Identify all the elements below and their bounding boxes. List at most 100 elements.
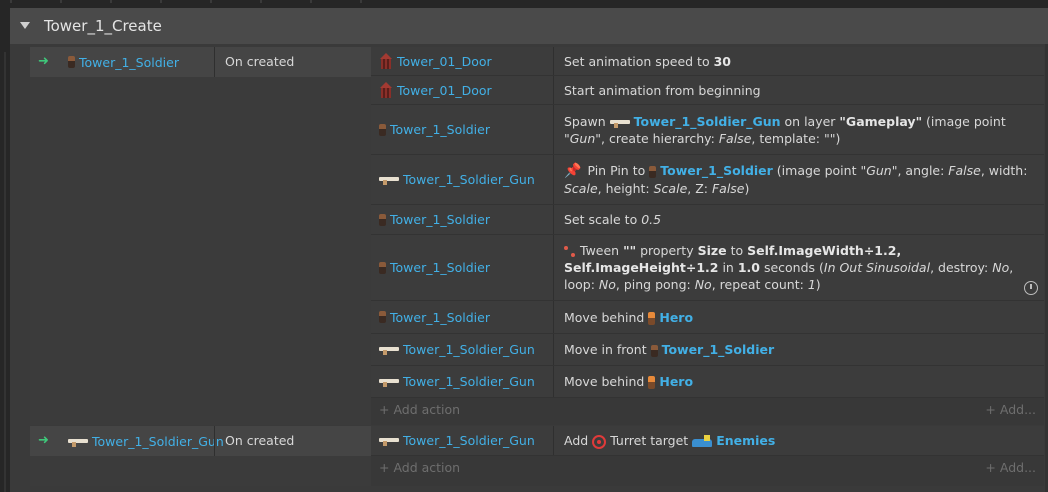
action-row[interactable]: Tower_1_Soldier_Gun Move behind Hero — [371, 366, 1044, 398]
action-text-part: , repeat count: — [711, 277, 808, 292]
soldier-icon — [649, 165, 657, 178]
action-row[interactable]: Tower_1_Soldier_Gun Move in front Tower_1… — [371, 334, 1044, 366]
reset-icon[interactable] — [1024, 281, 1038, 295]
action-text-part: , template: — [751, 130, 824, 146]
action-row[interactable]: Tower_1_Soldier Move behind Hero — [371, 301, 1044, 334]
action-row[interactable]: Tower_1_Soldier_Gun Add Turret target Ene… — [371, 426, 1044, 456]
object-reference[interactable]: Tower_1_Soldier_Gun — [634, 114, 781, 129]
action-text-part: , destroy: — [930, 260, 993, 275]
action-text-part: 0.5 — [641, 212, 662, 227]
condition-row[interactable]: ➜ Tower_1_Soldier_Gun On created — [30, 426, 371, 456]
object-reference[interactable]: Hero — [659, 310, 693, 325]
action-object[interactable]: Tower_01_Door — [397, 83, 492, 98]
action-text-part: ) — [744, 181, 750, 196]
soldier-icon — [379, 311, 386, 323]
event-block-1[interactable]: ➜ Tower_1_Soldier On created Tower_01_Do… — [30, 47, 1044, 425]
action-object[interactable]: Tower_1_Soldier_Gun — [403, 342, 535, 357]
action-object[interactable]: Tower_01_Door — [397, 54, 492, 69]
action-object[interactable]: Tower_1_Soldier_Gun — [403, 374, 535, 389]
gun-icon — [379, 344, 399, 355]
add-action-row: + Add action + Add... — [371, 456, 1044, 480]
action-text-part: to — [726, 243, 748, 258]
action-text-part: False — [718, 130, 752, 146]
condition-object[interactable]: Tower_1_Soldier_Gun — [92, 434, 224, 449]
action-object[interactable]: Tower_1_Soldier_Gun — [403, 172, 535, 187]
soldier-icon — [650, 344, 658, 357]
action-text[interactable]: Move behind Hero — [564, 366, 1034, 397]
action-text-part: Size — [697, 243, 727, 258]
action-text[interactable]: Start animation from beginning — [564, 76, 1034, 104]
condition-row[interactable]: ➜ Tower_1_Soldier On created — [30, 47, 371, 77]
conditions-column: ➜ Tower_1_Soldier On created — [30, 47, 371, 425]
action-row[interactable]: Tower_01_Door Start animation from beginn… — [371, 76, 1044, 105]
add-more-button[interactable]: + Add... — [985, 460, 1036, 475]
action-text-part: , angle: — [897, 163, 949, 178]
hero-icon — [648, 376, 656, 389]
turret-icon — [592, 434, 607, 449]
event-block-2[interactable]: ➜ Tower_1_Soldier_Gun On created Tower_1… — [30, 426, 1044, 486]
action-text-part: Move behind — [564, 309, 649, 325]
object-reference[interactable]: Enemies — [716, 433, 775, 448]
action-text-part: Start animation from beginning — [564, 82, 761, 98]
action-object[interactable]: Tower_1_Soldier_Gun — [403, 433, 535, 448]
gun-icon — [68, 436, 88, 447]
actions-column: Tower_1_Soldier_Gun Add Turret target Ene… — [371, 426, 1044, 486]
gun-icon — [609, 117, 630, 128]
enemies-icon — [692, 434, 713, 449]
action-text-part: Move behind — [564, 374, 649, 389]
action-text[interactable]: Move behind Hero — [564, 301, 1034, 333]
action-text[interactable]: Add Turret target Enemies — [564, 426, 1034, 455]
action-text-part: (image point — [772, 163, 861, 178]
top-strip — [0, 0, 1048, 8]
action-text-part: Scale — [564, 181, 598, 196]
action-text-part: (image point — [922, 113, 1006, 129]
action-object[interactable]: Tower_1_Soldier — [390, 122, 490, 137]
action-text-part: 1 — [807, 277, 816, 292]
soldier-icon — [379, 123, 386, 136]
action-text-part: No — [694, 277, 712, 292]
pin-icon: 📌 — [564, 163, 582, 179]
action-text[interactable]: Set animation speed to 30 — [564, 47, 1034, 75]
action-row[interactable]: Tower_1_Soldier Tween "" property Size to… — [371, 235, 1044, 301]
action-text-part: "Gun" — [860, 163, 898, 178]
soldier-icon — [68, 56, 75, 68]
action-object[interactable]: Tower_1_Soldier — [390, 310, 490, 325]
object-reference[interactable]: Hero — [659, 374, 693, 389]
condition-text[interactable]: On created — [225, 426, 294, 456]
action-text-part: on layer — [780, 113, 840, 129]
door-icon — [379, 82, 393, 98]
action-text-part: Turret target — [610, 433, 693, 448]
action-row[interactable]: Tower_1_Soldier Spawn Tower_1_Soldier_Gun… — [371, 105, 1044, 155]
condition-object[interactable]: Tower_1_Soldier — [79, 55, 179, 70]
add-more-button[interactable]: + Add... — [985, 402, 1036, 417]
action-row[interactable]: Tower_1_Soldier Set scale to 0.5 — [371, 205, 1044, 235]
action-text-part: False — [948, 163, 981, 178]
trigger-arrow-icon: ➜ — [38, 433, 49, 448]
trigger-arrow-icon: ➜ — [38, 54, 49, 69]
collapse-triangle-icon[interactable] — [20, 21, 30, 29]
action-text-part: "" — [823, 130, 836, 146]
add-action-button[interactable]: + Add action — [379, 402, 460, 417]
action-text[interactable]: Set scale to 0.5 — [564, 205, 1034, 234]
actions-column: Tower_01_Door Set animation speed to 30 To… — [371, 47, 1044, 425]
door-icon — [379, 53, 393, 69]
object-reference[interactable]: Tower_1_Soldier — [660, 163, 773, 178]
add-action-row: + Add action + Add... — [371, 398, 1044, 422]
event-group-header[interactable]: Tower_1_Create — [10, 8, 1048, 44]
action-text-part: False — [711, 181, 745, 196]
gun-icon — [379, 435, 399, 446]
action-text-part: No — [992, 260, 1010, 275]
add-action-button[interactable]: + Add action — [379, 460, 460, 475]
object-reference[interactable]: Tower_1_Soldier — [662, 342, 775, 357]
condition-text[interactable]: On created — [225, 47, 294, 77]
action-object[interactable]: Tower_1_Soldier — [390, 212, 490, 227]
action-text[interactable]: Spawn Tower_1_Soldier_Gun on layer "Game… — [564, 105, 1034, 154]
action-text[interactable]: Move in front Tower_1_Soldier — [564, 334, 1034, 365]
tween-icon — [564, 245, 576, 258]
action-row[interactable]: Tower_1_Soldier_Gun 📌 Pin Pin to Tower_1_S… — [371, 155, 1044, 205]
action-object[interactable]: Tower_1_Soldier — [390, 260, 490, 275]
action-text[interactable]: Tween "" property Size to Self.ImageWidt… — [564, 235, 1034, 300]
action-row[interactable]: Tower_01_Door Set animation speed to 30 — [371, 47, 1044, 76]
action-text[interactable]: 📌 Pin Pin to Tower_1_Soldier (image point… — [564, 155, 1034, 204]
action-text-part: , create hierarchy: — [601, 130, 719, 146]
